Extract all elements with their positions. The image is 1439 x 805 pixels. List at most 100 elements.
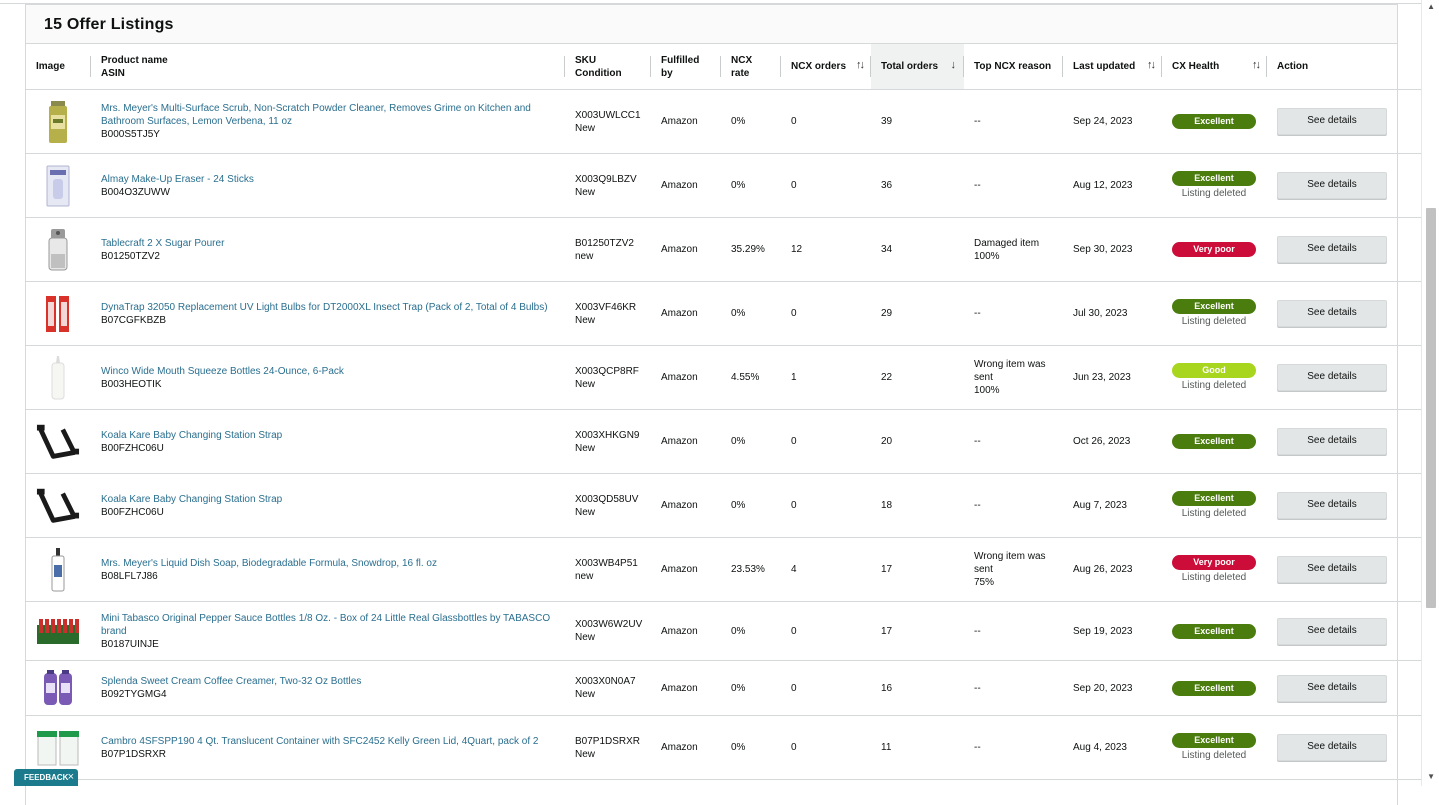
action-cell: See details [1267,409,1439,474]
condition: New [575,186,596,198]
product-name-link[interactable]: Koala Kare Baby Changing Station Strap [101,493,555,506]
condition: New [575,122,596,134]
panel-header: 15 Offer Listings [26,5,1397,44]
sort-icon[interactable]: ↑↓ [1252,59,1261,72]
scroll-up-arrow-icon[interactable]: ▲ [1427,2,1435,11]
listing-deleted-note: Listing deleted [1181,572,1247,583]
table-header-row: Image Product name ASIN SKU Condition Fulf… [26,44,1439,90]
product-name-link[interactable]: Winco Wide Mouth Squeeze Bottles 24-Ounc… [101,365,555,378]
top-ncx-reason-cell: -- [964,281,1063,346]
listing-deleted-note: Listing deleted [1181,380,1247,391]
last-updated: Oct 26, 2023 [1063,409,1162,474]
see-details-button[interactable]: See details [1277,734,1387,761]
action-cell: See details [1267,153,1439,218]
last-updated: Sep 20, 2023 [1063,660,1162,716]
col-ncx-orders[interactable]: NCX orders ↑↓ [781,44,871,90]
listings-table: Image Product name ASIN SKU Condition Fulf… [26,44,1439,780]
ncx-rate: 0% [721,660,781,716]
ncx-rate: 0% [721,715,781,780]
sort-icon[interactable]: ↑↓ [856,59,865,72]
status-badge: Excellent [1172,299,1256,314]
makeup-box-icon[interactable] [36,161,80,211]
product-name-cell: Koala Kare Baby Changing Station Strap B0… [91,473,565,538]
asin: B00FZHC06U [101,506,164,518]
see-details-button[interactable]: See details [1277,617,1387,645]
see-details-button[interactable]: See details [1277,300,1387,327]
sugar-pourer-icon[interactable] [36,225,80,275]
status-badge: Excellent [1172,171,1256,186]
sku: X003QD58UV [575,493,639,505]
scrollbar-thumb[interactable] [1426,208,1436,608]
product-name-cell: Winco Wide Mouth Squeeze Bottles 24-Ounc… [91,345,565,410]
top-ncx-reason-cell: -- [964,660,1063,716]
product-name-link[interactable]: Almay Make-Up Eraser - 24 Sticks [101,173,555,186]
see-details-button[interactable]: See details [1277,674,1387,702]
listing-deleted-note: Listing deleted [1181,750,1247,761]
see-details-button[interactable]: See details [1277,108,1387,135]
product-name-link[interactable]: Cambro 4SFSPP190 4 Qt. Translucent Conta… [101,735,555,748]
vertical-scrollbar[interactable]: ▲ ▼ [1421,0,1439,786]
see-details-button[interactable]: See details [1277,428,1387,455]
col-total-orders[interactable]: Total orders ↓ [871,44,964,90]
col-last-updated[interactable]: Last updated ↑↓ [1063,44,1162,90]
squeeze-bottle-icon[interactable] [36,353,80,403]
close-icon[interactable]: × [68,769,74,786]
see-details-button[interactable]: See details [1277,172,1387,199]
product-name-cell: Splenda Sweet Cream Coffee Creamer, Two-… [91,660,565,716]
tabasco-box-icon[interactable] [36,606,80,656]
col-fulfilled-by: Fulfilled by [651,44,721,90]
sort-descending-icon[interactable]: ↓ [951,59,957,72]
see-details-button[interactable]: See details [1277,364,1387,391]
action-cell: See details [1267,601,1439,661]
strap-icon[interactable] [36,481,80,531]
top-ncx-reason-line2: sent [974,564,993,575]
ncx-orders: 1 [781,345,871,410]
sku-cell: X003XHKGN9 New [565,409,651,474]
product-name-cell: Tablecraft 2 X Sugar Pourer B01250TZV2 [91,217,565,282]
soap-bottle-icon[interactable] [36,545,80,595]
action-cell: See details [1267,473,1439,538]
cleaner-can-icon[interactable] [36,97,80,147]
containers-icon[interactable] [36,723,80,773]
asin: B0187UINJE [101,638,159,650]
product-name-link[interactable]: Mini Tabasco Original Pepper Sauce Bottl… [101,612,555,638]
col-image: Image [26,44,91,90]
table-row: DynaTrap 32050 Replacement UV Light Bulb… [26,281,1439,346]
sort-icon[interactable]: ↑↓ [1147,59,1156,72]
fulfilled-by: Amazon [651,153,721,218]
feedback-button[interactable]: FEEDBACK × [14,769,78,786]
total-orders: 16 [871,660,964,716]
col-ncx-rate: NCX rate [721,44,781,90]
sku: X003UWLCC1 [575,109,641,121]
see-details-button[interactable]: See details [1277,556,1387,583]
col-cx-health[interactable]: CX Health ↑↓ [1162,44,1267,90]
creamer-bottles-icon[interactable] [36,663,80,713]
ncx-rate: 23.53% [721,537,781,602]
strap-icon[interactable] [36,417,80,467]
see-details-button[interactable]: See details [1277,492,1387,519]
top-ncx-reason-line2: sent [974,372,993,383]
scroll-down-arrow-icon[interactable]: ▼ [1427,772,1435,781]
product-name-link[interactable]: Splenda Sweet Cream Coffee Creamer, Two-… [101,675,555,688]
ncx-rate: 0% [721,89,781,154]
col-product-name: Product name ASIN [91,44,565,90]
see-details-button[interactable]: See details [1277,236,1387,263]
product-name-link[interactable]: Koala Kare Baby Changing Station Strap [101,429,555,442]
condition: New [575,689,596,700]
total-orders: 34 [871,217,964,282]
product-name-link[interactable]: DynaTrap 32050 Replacement UV Light Bulb… [101,301,555,314]
uv-bulbs-icon[interactable] [36,289,80,339]
product-name-link[interactable]: Mrs. Meyer's Liquid Dish Soap, Biodegrad… [101,557,555,570]
product-name-cell: Mini Tabasco Original Pepper Sauce Bottl… [91,601,565,661]
asin: B00FZHC06U [101,442,164,454]
asin: B07CGFKBZB [101,314,167,326]
product-name-link[interactable]: Mrs. Meyer's Multi-Surface Scrub, Non-Sc… [101,102,555,128]
product-name-link[interactable]: Tablecraft 2 X Sugar Pourer [101,237,555,250]
top-ncx-reason-cell: Wrong item was sent 100% [964,345,1063,410]
product-name-cell: DynaTrap 32050 Replacement UV Light Bulb… [91,281,565,346]
cx-health-cell: Excellent Listing deleted [1162,473,1267,538]
top-ncx-reason: -- [974,308,981,319]
action-cell: See details [1267,217,1439,282]
ncx-orders: 0 [781,409,871,474]
asin: B01250TZV2 [101,250,160,262]
